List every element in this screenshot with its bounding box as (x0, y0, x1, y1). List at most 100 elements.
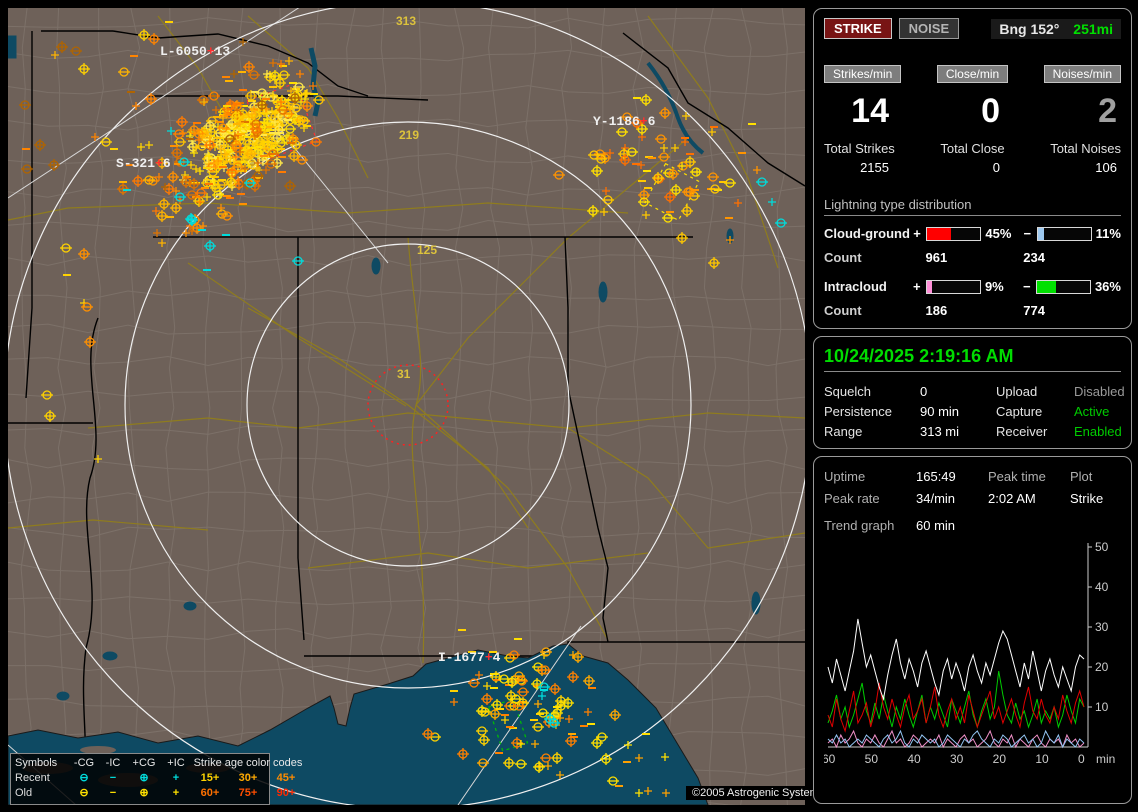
svg-text:min: min (1096, 752, 1115, 766)
uptime-value: 165:49 (916, 469, 956, 484)
svg-text:219: 219 (399, 128, 419, 142)
age-badge: 75+ (238, 787, 258, 799)
plot-label: Plot (1070, 469, 1093, 484)
legend-symbols-header: Symbols (15, 757, 58, 769)
datetime-display: 10/24/2025 2:19:16 AM (824, 346, 1121, 372)
svg-text:50: 50 (1095, 540, 1109, 554)
peak-rate-label: Peak rate (824, 491, 880, 506)
noises-per-min-value: 2 (1098, 92, 1117, 130)
plus-icon: + (172, 787, 180, 799)
receiver-label: Receiver (996, 424, 1048, 439)
peak-time-value: 2:02 AM (988, 491, 1036, 506)
strike-button[interactable]: STRIKE (824, 18, 892, 39)
cg-plus-count: 961 (925, 250, 948, 265)
noises-per-min-chip: Noises/min (1043, 65, 1121, 83)
ic-plus-count: 186 (925, 303, 948, 318)
age-badge: 15+ (200, 772, 220, 784)
intracloud-count-row: Count 186 774 (824, 303, 1121, 318)
strikes-per-min-value: 14 (851, 92, 889, 130)
circled-plus-icon: ⊕ (139, 772, 149, 784)
legend-age-title: Strike age color codes (193, 757, 303, 769)
strikes-per-min-chip: Strikes/min (824, 65, 902, 83)
svg-text:L-6050+13: L-6050+13 (160, 44, 230, 59)
total-close-value: 0 (992, 160, 1000, 175)
copyright-text: ©2005 Astrogenic Systems (686, 786, 831, 800)
map-canvas[interactable]: 313 219 125 31 L-6050+13 S-321+6 Y-1186+6 I-167… (8, 8, 805, 805)
close-per-min-chip: Close/min (936, 65, 1009, 83)
total-noises-value: 106 (1095, 160, 1117, 175)
svg-text:10: 10 (1095, 700, 1109, 714)
total-noises-label: Total Noises (1050, 141, 1121, 156)
squelch-label: Squelch (824, 384, 871, 399)
svg-text:40: 40 (1095, 580, 1109, 594)
plus-icon: + (172, 772, 180, 784)
svg-text:31: 31 (397, 367, 411, 381)
svg-text:I-1677+4: I-1677+4 (438, 650, 501, 665)
svg-text:0: 0 (1078, 752, 1085, 766)
range-label: Range (824, 424, 863, 439)
uptime-label: Uptime (824, 469, 866, 484)
app-window: { "header": { "strike_label": "STRIKE", … (0, 0, 1138, 812)
svg-text:10: 10 (1035, 752, 1049, 766)
lightning-map[interactable]: 313 219 125 31 L-6050+13 S-321+6 Y-1186+6 I-167… (8, 8, 831, 805)
circled-minus-icon: ⊖ (79, 772, 89, 784)
ic-minus-bar (1036, 279, 1091, 294)
ic-plus-bar (926, 279, 981, 294)
cg-minus-count: 234 (1023, 250, 1045, 265)
age-badge: 90+ (276, 787, 296, 799)
svg-text:Y-1186+6: Y-1186+6 (593, 114, 656, 129)
strikes-per-min-column: Strikes/min 14 Total Strikes 2155 (824, 65, 923, 175)
peak-rate-value: 34/min (916, 491, 956, 506)
persistence-value: 90 min (920, 404, 960, 419)
svg-text:20: 20 (1095, 660, 1109, 674)
capture-status: Active (1074, 404, 1110, 419)
upload-label: Upload (996, 384, 1038, 399)
persistence-label: Persistence (824, 404, 892, 419)
cg-plus-bar (926, 226, 982, 241)
range-value: 313 mi (920, 424, 960, 439)
close-per-min-column: Close/min 0 Total Close 0 (923, 65, 1022, 175)
map-legend: Symbols -CG -IC +CG +IC Strike age color… (10, 753, 302, 805)
side-panel: STRIKE NOISE Bng 152° 251mi Strikes/min … (813, 8, 1132, 811)
circled-plus-icon: ⊕ (139, 787, 149, 799)
bearing-value: Bng 152° (999, 20, 1060, 37)
legend-row-recent-label: Recent (15, 772, 50, 784)
trend-panel: Uptime 165:49 Peak time Plot Peak rate 3… (813, 456, 1132, 804)
cloud-ground-count-row: Count 961 234 (824, 250, 1121, 265)
intracloud-row: Intracloud + 9% − 36% (824, 279, 1121, 294)
circled-minus-icon: ⊖ (79, 787, 89, 799)
plot-value: Strike (1070, 491, 1104, 506)
capture-label: Capture (996, 404, 1043, 419)
minus-icon: − (109, 772, 117, 784)
svg-text:S-321+6: S-321+6 (116, 156, 171, 171)
svg-text:30: 30 (950, 752, 964, 766)
trend-graph-value: 60 min (916, 518, 956, 533)
total-strikes-label: Total Strikes (824, 141, 895, 156)
noises-per-min-column: Noises/min 2 Total Noises 106 (1022, 65, 1121, 175)
total-close-label: Total Close (940, 141, 1005, 156)
stats-panel: STRIKE NOISE Bng 152° 251mi Strikes/min … (813, 8, 1132, 329)
legend-row-old-label: Old (15, 787, 33, 799)
distribution-title: Lightning type distribution (824, 197, 1121, 216)
svg-text:125: 125 (417, 243, 437, 257)
svg-text:50: 50 (865, 752, 879, 766)
trend-graph: 50 40 30 20 10 60 50 40 30 20 10 0 min (822, 535, 1124, 777)
age-badge: 30+ (238, 772, 258, 784)
range-value: 251mi (1073, 20, 1113, 37)
svg-text:313: 313 (396, 14, 416, 28)
squelch-value: 0 (920, 384, 928, 399)
ic-minus-count: 774 (1023, 303, 1045, 318)
bearing-range-readout: Bng 152° 251mi (991, 18, 1121, 39)
minus-icon: − (109, 787, 117, 799)
receiver-status: Enabled (1074, 424, 1122, 439)
cloud-ground-row: Cloud-ground + 45% − 11% (824, 226, 1121, 241)
close-per-min-value: 0 (981, 92, 1000, 130)
svg-text:40: 40 (907, 752, 921, 766)
total-strikes-value: 2155 (860, 160, 889, 175)
svg-text:30: 30 (1095, 620, 1109, 634)
upload-status: Disabled (1074, 384, 1125, 399)
age-badge: 45+ (276, 772, 296, 784)
trend-graph-label: Trend graph (824, 518, 895, 533)
noise-button[interactable]: NOISE (898, 18, 960, 39)
peak-time-label: Peak time (988, 469, 1046, 484)
